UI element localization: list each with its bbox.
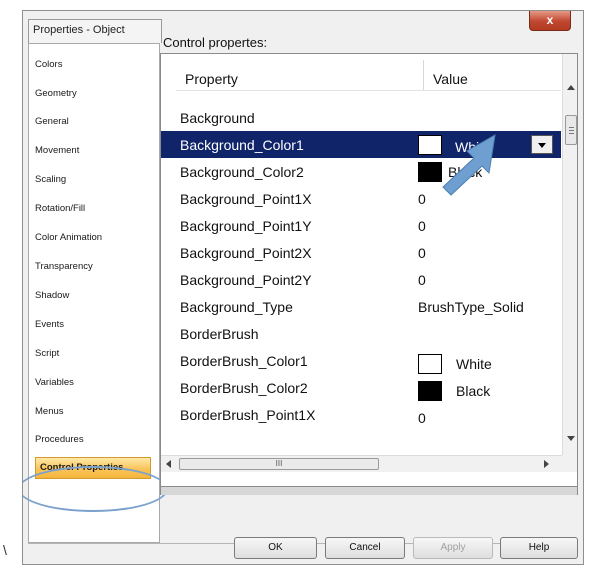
stray-backslash: \ bbox=[3, 542, 7, 558]
column-divider[interactable] bbox=[423, 60, 424, 90]
vertical-scroll-thumb[interactable] bbox=[565, 115, 577, 145]
scroll-left-icon[interactable] bbox=[166, 460, 171, 468]
color-swatch bbox=[418, 162, 442, 182]
grid-bottom-band bbox=[160, 487, 578, 495]
ok-button[interactable]: OK bbox=[234, 537, 317, 559]
sidebar-item-scaling[interactable]: Scaling bbox=[35, 174, 66, 186]
table-row-selected[interactable]: Background_Color1 White bbox=[161, 131, 561, 158]
table-row[interactable]: Background bbox=[161, 104, 561, 131]
color-swatch bbox=[418, 354, 442, 374]
apply-button[interactable]: Apply bbox=[413, 537, 493, 559]
group-label: Control propertes: bbox=[163, 35, 268, 50]
grid-header: Property Value bbox=[176, 54, 561, 91]
properties-window: Properties - Object x Colors Geometry Ge… bbox=[22, 10, 584, 565]
property-value: BrushType_Solid bbox=[418, 299, 524, 315]
property-value: Black bbox=[448, 164, 483, 180]
table-row[interactable]: Background_Point1Y 0 bbox=[161, 212, 561, 239]
scroll-right-icon[interactable] bbox=[544, 460, 549, 468]
property-value: 0 bbox=[418, 191, 426, 207]
sidebar-item-transparency[interactable]: Transparency bbox=[35, 261, 93, 273]
sidebar-item-general[interactable]: General bbox=[35, 116, 69, 128]
sidebar-item-geometry[interactable]: Geometry bbox=[35, 88, 77, 100]
table-row[interactable]: Background_Point1X 0 bbox=[161, 185, 561, 212]
property-name: Background_Color1 bbox=[180, 137, 304, 153]
table-row[interactable]: Background_Point2Y 0 bbox=[161, 266, 561, 293]
property-name: Background bbox=[180, 110, 255, 126]
help-button[interactable]: Help bbox=[500, 537, 578, 559]
property-grid: Property Value Background Background_Col… bbox=[160, 53, 578, 487]
close-icon: x bbox=[546, 13, 554, 27]
property-name: BorderBrush_Color2 bbox=[180, 380, 308, 396]
table-row[interactable]: Background_Type BrushType_Solid bbox=[161, 293, 561, 320]
property-name: BorderBrush_Point1X bbox=[180, 407, 316, 423]
cancel-button[interactable]: Cancel bbox=[325, 537, 405, 559]
scrollbar-corner bbox=[562, 455, 577, 472]
table-row[interactable]: Background_Color2 Black bbox=[161, 158, 561, 185]
sidebar-item-color-animation[interactable]: Color Animation bbox=[35, 232, 102, 244]
property-value: White bbox=[455, 139, 491, 155]
property-value: 0 bbox=[418, 272, 426, 288]
property-name: Background_Point2Y bbox=[180, 272, 312, 288]
property-name: Background_Point1Y bbox=[180, 218, 312, 234]
sidebar-item-menus[interactable]: Menus bbox=[35, 406, 64, 418]
sidebar-item-events[interactable]: Events bbox=[35, 319, 64, 331]
property-name: BorderBrush_Color1 bbox=[180, 353, 308, 369]
value-dropdown-button[interactable] bbox=[531, 135, 553, 154]
chevron-down-icon bbox=[538, 143, 546, 148]
color-swatch bbox=[418, 135, 442, 155]
property-name: Background_Type bbox=[180, 299, 293, 315]
property-name: Background_Color2 bbox=[180, 164, 304, 180]
property-name: Background_Point1X bbox=[180, 191, 312, 207]
close-button[interactable]: x bbox=[529, 11, 571, 31]
property-name: BorderBrush bbox=[180, 326, 259, 342]
property-value: 0 bbox=[418, 218, 426, 234]
sidebar-item-procedures[interactable]: Procedures bbox=[35, 434, 84, 446]
table-row[interactable]: Background_Point2X 0 bbox=[161, 239, 561, 266]
horizontal-scrollbar[interactable]: III bbox=[161, 455, 563, 472]
property-name: Background_Point2X bbox=[180, 245, 312, 261]
vertical-scrollbar[interactable] bbox=[562, 54, 577, 472]
sidebar-item-variables[interactable]: Variables bbox=[35, 377, 74, 389]
scroll-up-icon[interactable] bbox=[567, 85, 575, 90]
property-value: Black bbox=[456, 383, 491, 399]
property-value: White bbox=[456, 356, 492, 372]
sidebar-item-movement[interactable]: Movement bbox=[35, 145, 79, 157]
sidebar-item-shadow[interactable]: Shadow bbox=[35, 290, 69, 302]
sidebar-item-colors[interactable]: Colors bbox=[35, 59, 62, 71]
horizontal-scroll-thumb[interactable]: III bbox=[179, 458, 379, 470]
property-value: 0 bbox=[418, 245, 426, 261]
table-row[interactable]: BorderBrush_Point1X 0 bbox=[161, 401, 561, 428]
window-title: Properties - Object bbox=[28, 19, 162, 43]
scroll-down-icon[interactable] bbox=[567, 436, 575, 441]
table-row[interactable]: BorderBrush bbox=[161, 320, 561, 347]
table-row[interactable]: BorderBrush_Color1 White bbox=[161, 347, 561, 374]
property-value: 0 bbox=[418, 410, 426, 426]
color-swatch bbox=[418, 381, 442, 401]
sidebar-item-control-properties[interactable]: Control Properties bbox=[35, 457, 151, 479]
sidebar-item-script[interactable]: Script bbox=[35, 348, 59, 360]
sidebar: Colors Geometry General Movement Scaling… bbox=[28, 43, 160, 543]
column-header-property[interactable]: Property bbox=[185, 71, 238, 87]
column-header-value[interactable]: Value bbox=[433, 71, 468, 87]
table-row[interactable]: BorderBrush_Color2 Black bbox=[161, 374, 561, 401]
sidebar-item-rotation-fill[interactable]: Rotation/Fill bbox=[35, 203, 85, 215]
